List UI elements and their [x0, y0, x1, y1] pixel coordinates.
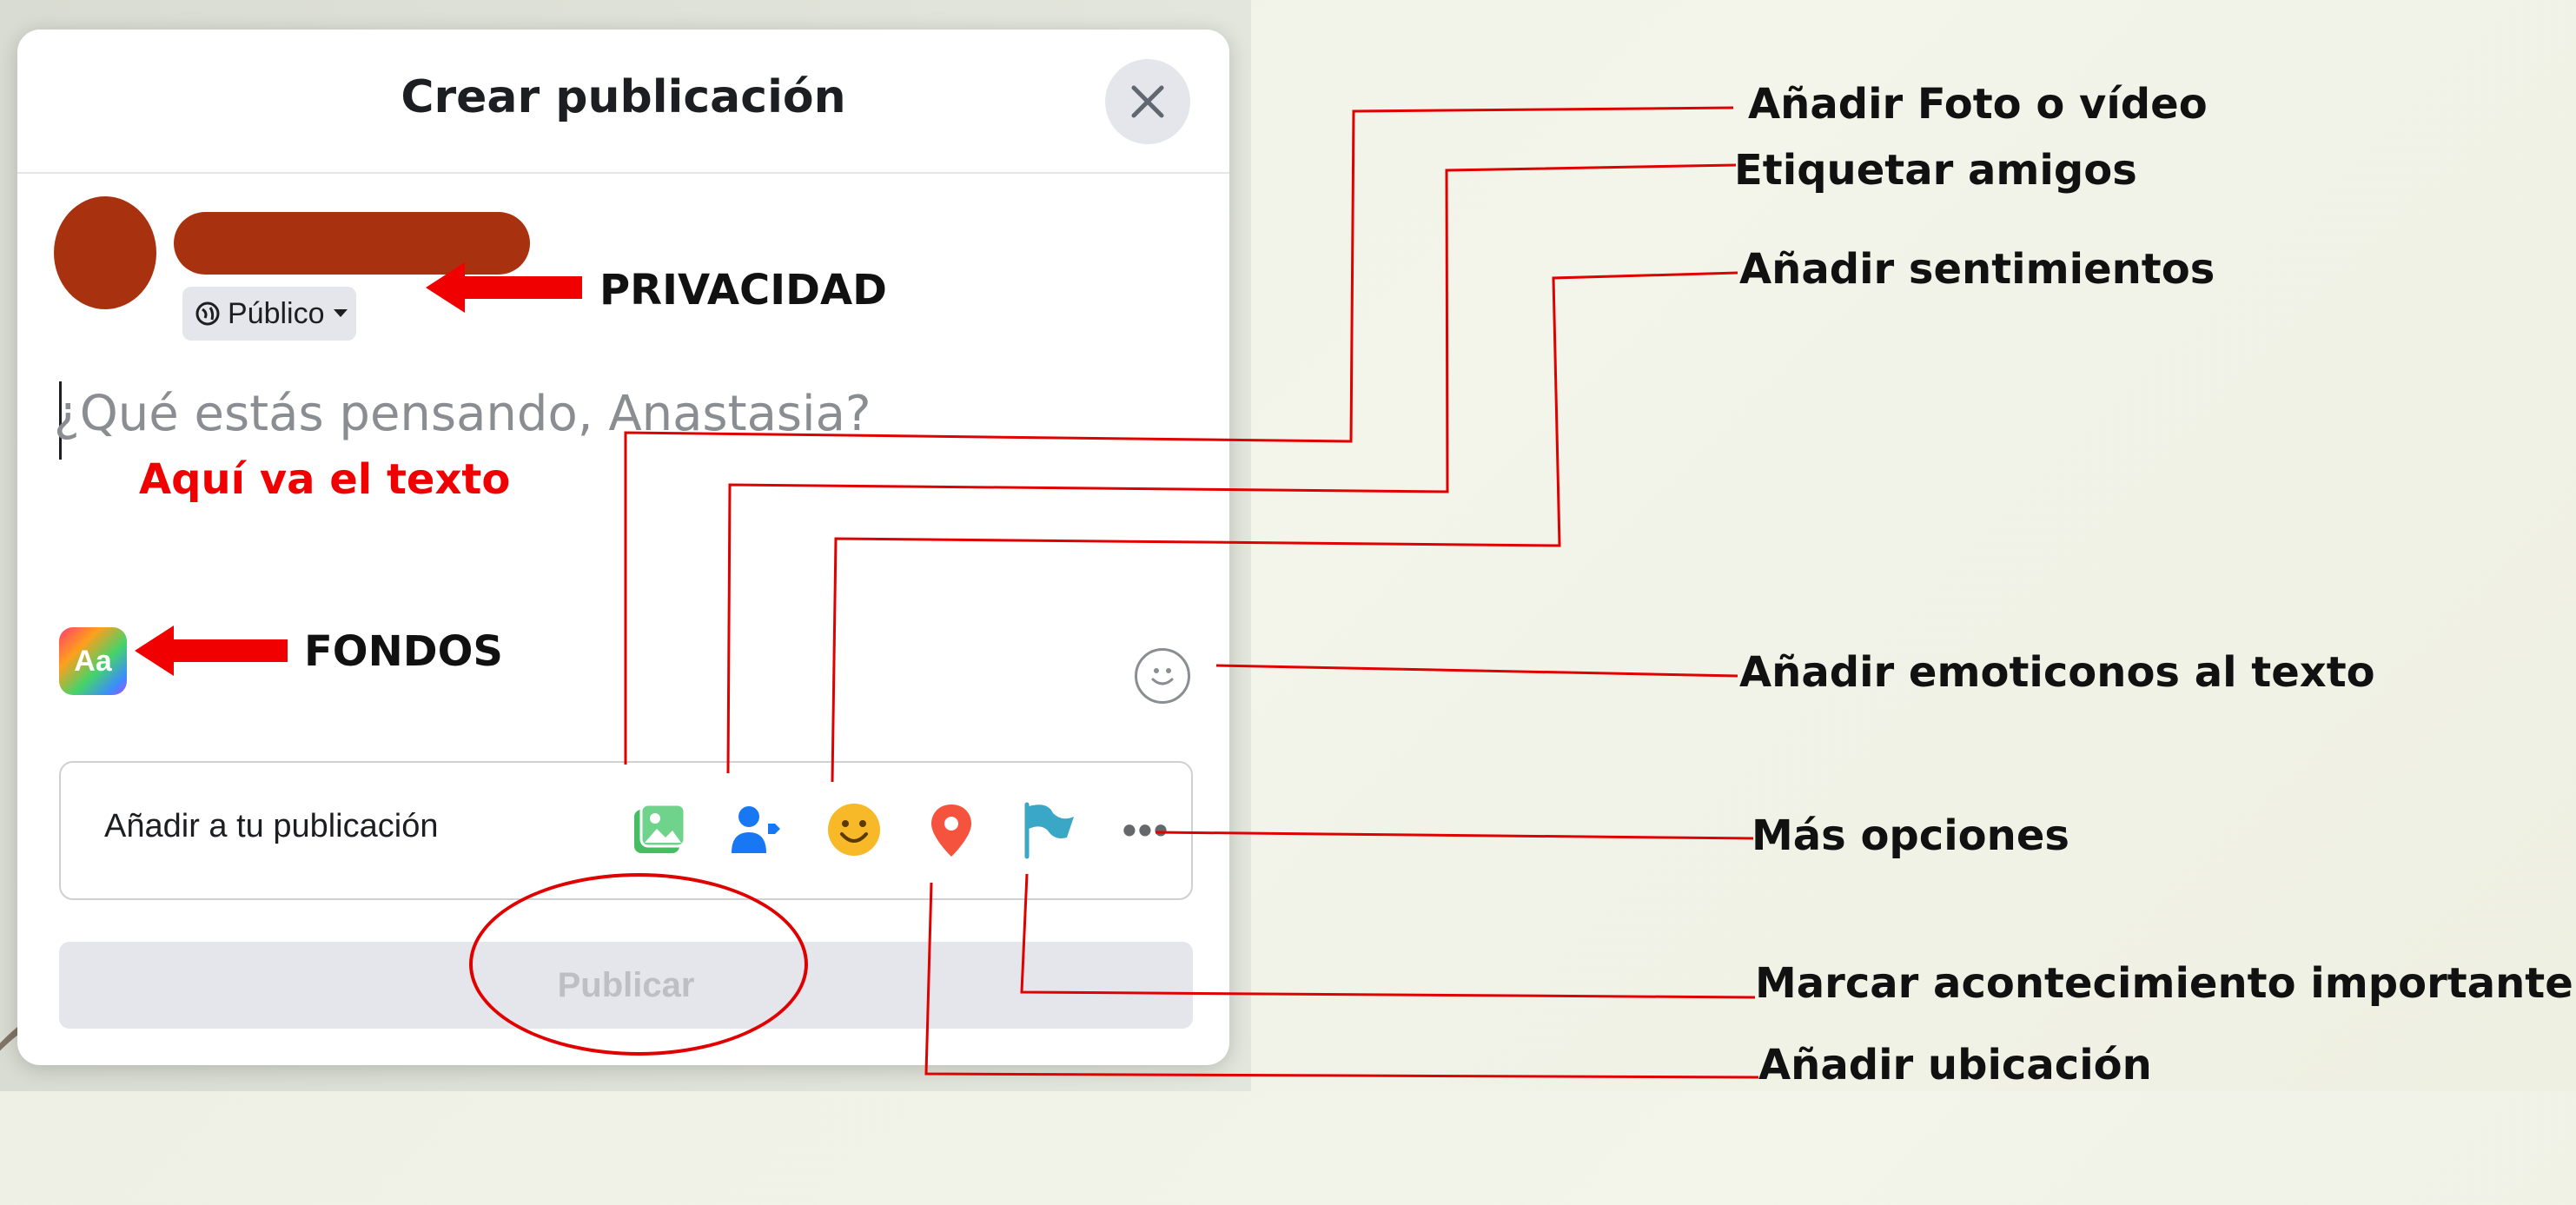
annotation-add-photo: Añadir Foto o vídeo	[1748, 80, 2208, 129]
tag-friends-button[interactable]	[725, 798, 789, 862]
more-options-icon: •••	[1122, 807, 1170, 852]
smiley-outline-icon	[1151, 668, 1174, 685]
location-button[interactable]	[919, 798, 983, 862]
privacy-label: Público	[228, 296, 325, 330]
background-picker-button[interactable]: Aa	[59, 627, 127, 695]
close-icon	[1131, 85, 1164, 118]
dialog-header: Crear publicación	[17, 30, 1229, 174]
location-icon	[931, 804, 971, 857]
line-add-emoji	[1215, 664, 1738, 678]
privacy-selector[interactable]: Público	[182, 287, 356, 341]
close-button[interactable]	[1105, 59, 1190, 144]
emoji-button[interactable]	[1135, 648, 1190, 704]
add-to-post-label: Añadir a tu publicación	[104, 808, 439, 844]
feeling-button[interactable]	[822, 798, 886, 862]
redacted-username	[174, 212, 530, 275]
life-event-flag-icon	[1024, 802, 1074, 859]
annotation-text-here: Aquí va el texto	[139, 455, 511, 504]
photo-video-icon	[634, 803, 686, 853]
avatar	[54, 196, 156, 309]
tag-friends-icon	[732, 806, 780, 853]
feeling-icon	[828, 804, 880, 856]
annotation-add-location: Añadir ubicación	[1758, 1041, 2152, 1089]
photo-video-button[interactable]	[627, 798, 692, 862]
annotation-backgrounds: FONDOS	[304, 627, 503, 676]
publish-highlight-ring	[469, 873, 808, 1056]
background-picker-label: Aa	[74, 644, 112, 678]
caret-down-icon	[333, 309, 348, 317]
annotation-add-feelings: Añadir sentimientos	[1739, 245, 2215, 294]
globe-icon	[195, 301, 220, 326]
annotation-life-event: Marcar acontecimiento importante	[1755, 959, 2573, 1008]
annotation-tag-friends: Etiquetar amigos	[1734, 146, 2137, 195]
annotation-add-emoji: Añadir emoticonos al texto	[1739, 648, 2375, 697]
post-text-input[interactable]: ¿Qué estás pensando, Anastasia?	[54, 386, 871, 442]
annotation-more-options: Más opciones	[1752, 811, 2069, 860]
annotation-privacy: PRIVACIDAD	[599, 266, 887, 314]
more-options-button[interactable]: •••	[1114, 798, 1178, 862]
life-event-button[interactable]	[1016, 798, 1081, 862]
dialog-title: Crear publicación	[401, 71, 846, 123]
